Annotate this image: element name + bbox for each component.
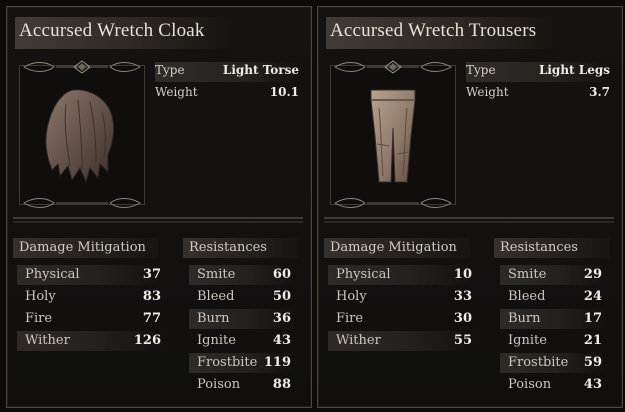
item-title: Accursed Wretch Trousers bbox=[330, 20, 537, 41]
item-card-cloak: Accursed Wretch Cloak Type Light Torse W… bbox=[6, 6, 312, 408]
resist-row-frostbite: Frostbite 59 bbox=[500, 353, 606, 373]
resist-row-bleed: Bleed 24 bbox=[508, 289, 602, 304]
type-label: Type bbox=[466, 63, 496, 77]
resist-row-burn: Burn 17 bbox=[500, 309, 606, 329]
resist-row-ignite: Ignite 43 bbox=[197, 333, 291, 348]
resist-row-burn: Burn 36 bbox=[189, 309, 295, 329]
weight-label: Weight bbox=[155, 85, 198, 99]
type-label: Type bbox=[155, 63, 185, 77]
weight-value: 10.1 bbox=[269, 85, 299, 99]
ornament-top-icon bbox=[334, 60, 452, 74]
section-divider bbox=[324, 217, 614, 223]
weight-value: 3.7 bbox=[589, 85, 610, 99]
item-title: Accursed Wretch Cloak bbox=[19, 20, 205, 41]
resist-row-bleed: Bleed 50 bbox=[197, 289, 291, 304]
damage-row-physical: Physical 37 bbox=[17, 265, 165, 285]
type-row: Type Light Legs bbox=[466, 62, 610, 82]
resistances-header: Resistances bbox=[494, 238, 610, 258]
weight-row: Weight 10.1 bbox=[155, 85, 299, 103]
item-icon-frame bbox=[19, 60, 145, 208]
type-row: Type Light Torse bbox=[155, 62, 299, 82]
item-comparison: Accursed Wretch Cloak Type Light Torse W… bbox=[0, 0, 625, 412]
ornament-top-icon bbox=[23, 60, 141, 74]
type-value: Light Torse bbox=[222, 63, 299, 77]
weight-row: Weight 3.7 bbox=[466, 85, 610, 103]
damage-row-physical: Physical 10 bbox=[328, 265, 476, 285]
resistances-header: Resistances bbox=[183, 238, 299, 258]
damage-mitigation-header: Damage Mitigation bbox=[324, 238, 470, 258]
damage-row-fire: Fire 77 bbox=[25, 311, 161, 326]
resist-row-ignite: Ignite 21 bbox=[508, 333, 602, 348]
damage-row-wither: Wither 126 bbox=[17, 331, 165, 351]
item-icon-frame bbox=[330, 60, 456, 208]
trousers-icon bbox=[370, 89, 416, 183]
resist-row-frostbite: Frostbite 119 bbox=[189, 353, 295, 373]
damage-row-holy: Holy 33 bbox=[336, 289, 472, 304]
resist-row-smite: Smite 60 bbox=[189, 265, 295, 285]
damage-row-fire: Fire 30 bbox=[336, 311, 472, 326]
resist-row-smite: Smite 29 bbox=[500, 265, 606, 285]
resist-row-poison: Poison 88 bbox=[197, 377, 291, 392]
cloak-icon bbox=[45, 89, 115, 184]
item-card-trousers: Accursed Wretch Trousers Type Light Legs… bbox=[317, 6, 623, 408]
type-value: Light Legs bbox=[538, 63, 610, 77]
weight-label: Weight bbox=[466, 85, 509, 99]
damage-row-holy: Holy 83 bbox=[25, 289, 161, 304]
damage-row-wither: Wither 55 bbox=[328, 331, 476, 351]
section-divider bbox=[13, 217, 303, 223]
damage-mitigation-header: Damage Mitigation bbox=[13, 238, 159, 258]
ornament-bottom-icon bbox=[23, 198, 141, 208]
ornament-bottom-icon bbox=[334, 198, 452, 208]
resist-row-poison: Poison 43 bbox=[508, 377, 602, 392]
